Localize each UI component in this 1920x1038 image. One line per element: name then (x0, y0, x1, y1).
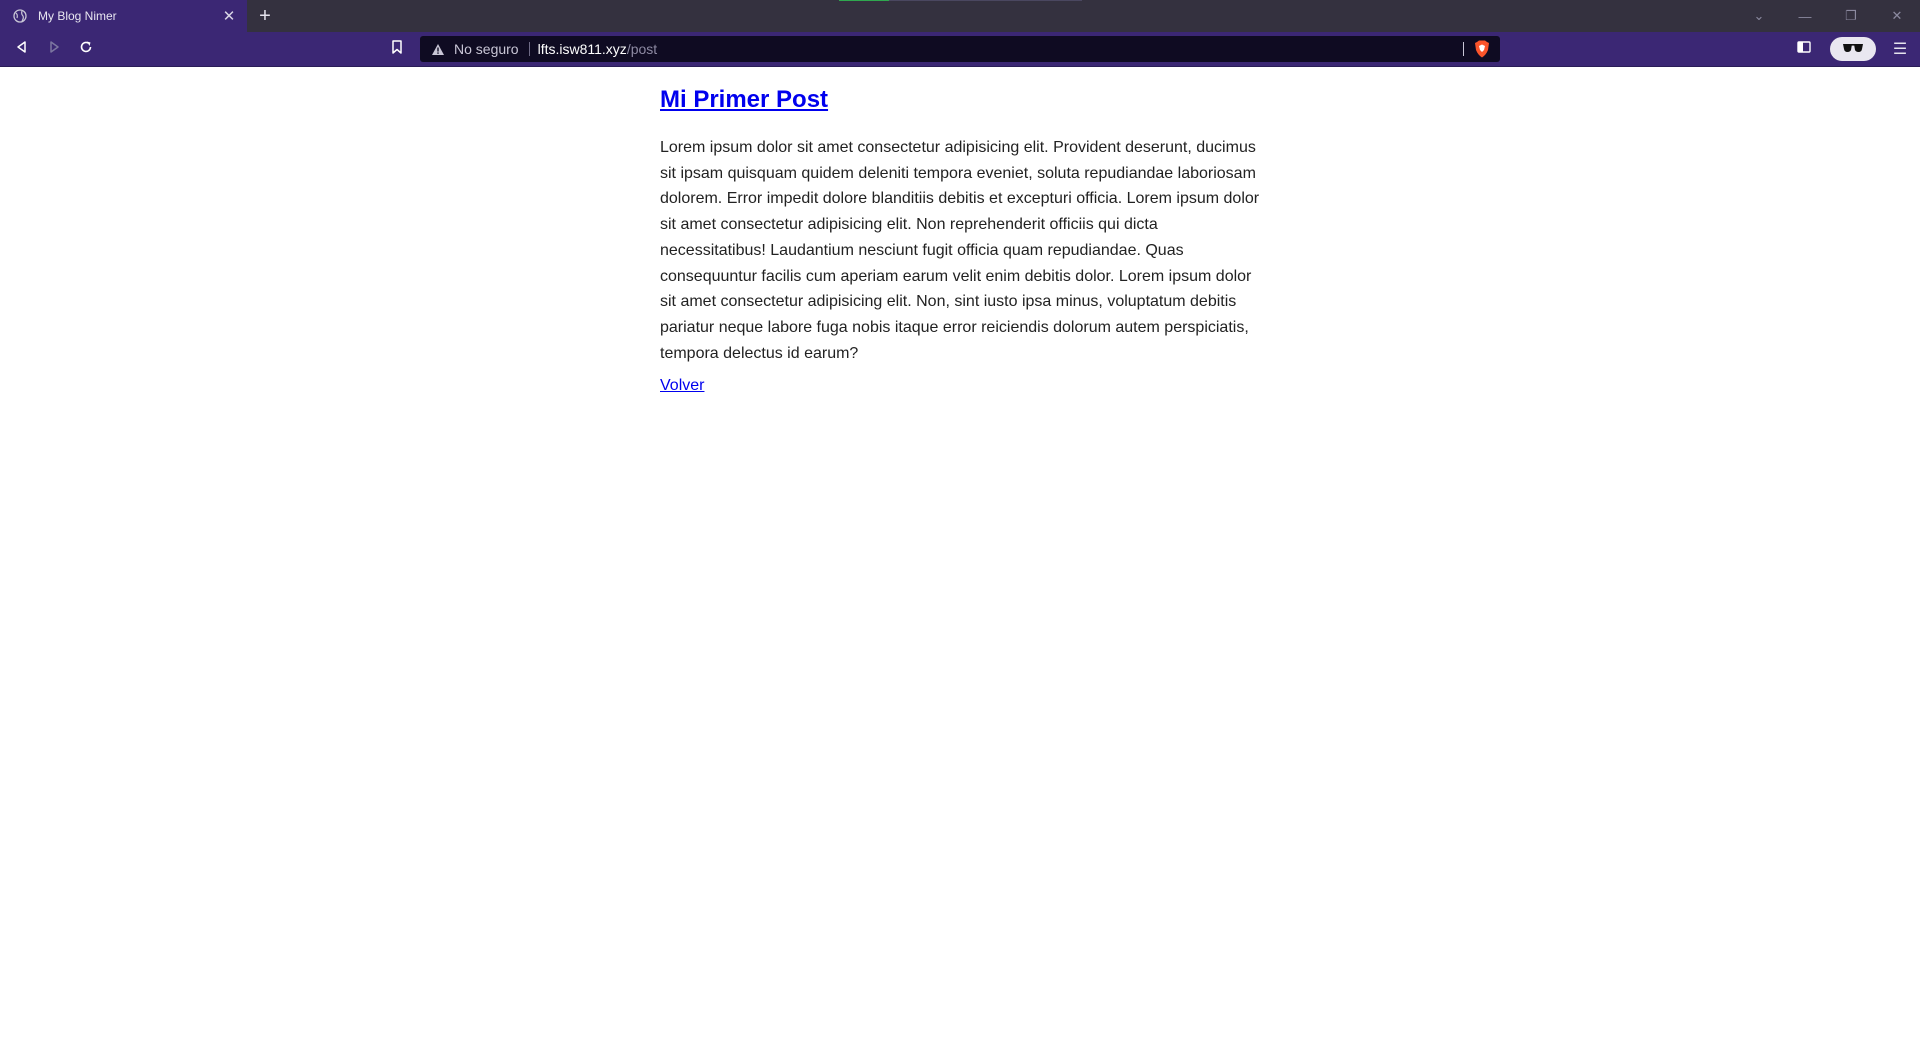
post-article: Mi Primer Post Lorem ipsum dolor sit ame… (660, 85, 1266, 396)
bookmark-button[interactable] (383, 33, 411, 65)
vpn-button[interactable] (1830, 37, 1876, 61)
shields-divider (1463, 42, 1464, 56)
loading-indicator (839, 0, 1082, 1)
minimize-button[interactable]: — (1782, 0, 1828, 32)
globe-icon (12, 8, 28, 24)
tab-strip: My Blog Nimer ✕ + ⌄ — ❐ ✕ (0, 0, 1920, 32)
sunglasses-icon (1842, 40, 1864, 58)
post-title-heading: Mi Primer Post (660, 85, 1266, 115)
page-content: Mi Primer Post Lorem ipsum dolor sit ame… (0, 67, 1920, 1038)
back-link[interactable]: Volver (660, 377, 704, 394)
tab-search-chevron-down-icon[interactable]: ⌄ (1736, 0, 1782, 32)
reload-button[interactable] (70, 33, 102, 65)
sidebar-icon (1797, 40, 1811, 58)
toolbar-right-actions: ☰ (1786, 32, 1920, 66)
main-menu-button[interactable]: ☰ (1884, 33, 1916, 65)
browser-window: My Blog Nimer ✕ + ⌄ — ❐ ✕ No seguro lfts… (0, 0, 1920, 1038)
forward-button[interactable] (38, 33, 70, 65)
restore-button[interactable]: ❐ (1828, 0, 1874, 32)
security-status-label[interactable]: No seguro (454, 41, 519, 57)
sidebar-toggle-button[interactable] (1786, 33, 1822, 65)
navigation-buttons (6, 33, 102, 65)
tab-my-blog[interactable]: My Blog Nimer ✕ (0, 0, 247, 32)
post-title-link[interactable]: Mi Primer Post (660, 86, 828, 113)
reload-icon (79, 40, 93, 59)
address-divider (528, 42, 530, 56)
window-controls: ⌄ — ❐ ✕ (1736, 0, 1920, 32)
bookmark-icon (391, 39, 403, 59)
url-path: /post (626, 41, 658, 57)
browser-toolbar: No seguro lfts.isw811.xyz/post ☰ (0, 32, 1920, 67)
back-button[interactable] (6, 33, 38, 65)
address-bar[interactable]: No seguro lfts.isw811.xyz/post (420, 36, 1500, 62)
brave-shields-icon[interactable] (1472, 39, 1492, 59)
warning-triangle-icon[interactable] (430, 41, 446, 57)
tab-title: My Blog Nimer (38, 9, 117, 23)
back-arrow-icon (15, 40, 29, 59)
close-window-button[interactable]: ✕ (1874, 0, 1920, 32)
close-tab-icon[interactable]: ✕ (219, 6, 239, 26)
new-tab-button[interactable]: + (247, 0, 283, 32)
post-body: Lorem ipsum dolor sit amet consectetur a… (660, 139, 1260, 362)
forward-arrow-icon (47, 40, 61, 59)
url-host: lfts.isw811.xyz (537, 41, 627, 57)
